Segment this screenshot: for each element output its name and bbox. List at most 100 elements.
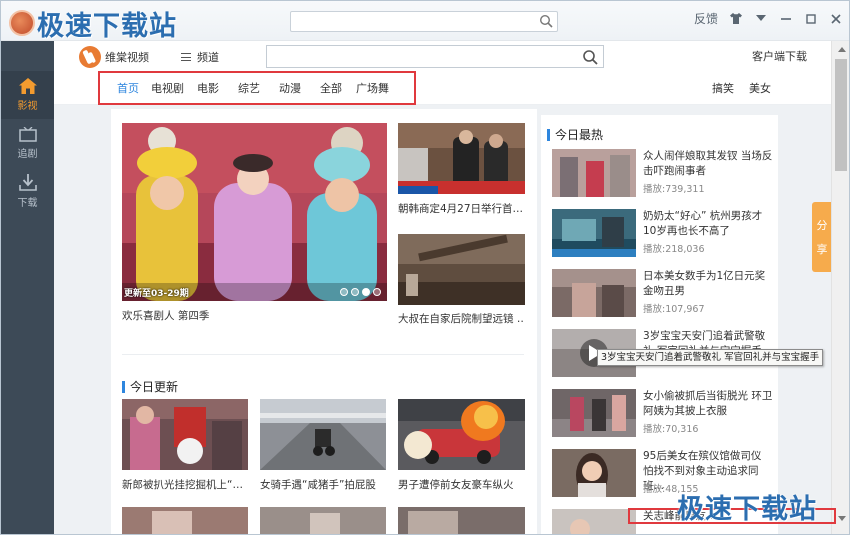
watermark-top: 极速下载站 — [9, 9, 179, 42]
brand[interactable]: 维棠视频 — [79, 46, 149, 68]
tab-square-dance[interactable]: 广场舞 — [356, 80, 389, 96]
tab-anime[interactable]: 动漫 — [279, 80, 301, 96]
scrollbar[interactable] — [831, 41, 849, 534]
sidebar-item-label: 下载 — [17, 197, 38, 209]
video-thumbnail — [398, 234, 525, 305]
carousel-dot[interactable] — [340, 288, 348, 296]
tab-all[interactable]: 全部 — [320, 80, 342, 96]
hot-panel: 今日最热 众人闹伴娘取其发钗 当场反击吓跑闹事者 播放:739,311 奶奶太“… — [541, 115, 778, 534]
tab-movies[interactable]: 电影 — [197, 80, 219, 96]
sidebar-item-label: 追剧 — [17, 148, 38, 160]
video-card[interactable] — [122, 507, 248, 534]
window-controls: 反馈 — [694, 10, 843, 27]
video-thumbnail — [122, 399, 248, 470]
sidebar-item-movies[interactable]: 影视 — [1, 71, 54, 119]
video-card[interactable] — [260, 399, 386, 470]
hot-item[interactable]: 日本美女数手为1亿日元奖金吻丑男 播放:107,967 — [552, 269, 772, 321]
hot-item-plays: 播放:107,967 — [643, 304, 705, 315]
watermark-text: 极速下载站 — [37, 10, 177, 42]
carousel-dot[interactable] — [362, 288, 370, 296]
video-thumbnail — [398, 399, 525, 470]
video-card[interactable] — [398, 399, 525, 470]
hot-item-plays: 播放:70,316 — [643, 424, 699, 435]
shirt-icon[interactable] — [729, 12, 743, 26]
hot-thumbnail — [552, 389, 636, 437]
search-icon — [582, 49, 598, 65]
video-card[interactable] — [398, 123, 525, 194]
hot-thumbnail — [552, 509, 636, 534]
video-caption[interactable]: 新郎被扒光挂挖掘机上“… — [122, 477, 248, 492]
nav-bar: 首页 电视剧 电影 综艺 动漫 全部 广场舞 搞笑 美女 — [54, 71, 831, 105]
app-header: 维棠视频 频道 客户端下载 — [54, 41, 841, 71]
tab-variety[interactable]: 综艺 — [238, 80, 260, 96]
sidebar-item-follow[interactable]: 追剧 — [1, 119, 54, 167]
hot-item-tooltip: 3岁宝宝天安门追着武警敬礼 军官回礼并与宝宝握手 — [597, 349, 823, 366]
watermark-logo-icon — [9, 10, 35, 36]
hot-item[interactable]: 奶奶太“好心” 杭州男孩才10岁再也长不高了 播放:218,036 — [552, 209, 772, 261]
carousel-dot[interactable] — [373, 288, 381, 296]
hero-video[interactable]: 更新至03-29期 — [122, 123, 387, 301]
client-download-link[interactable]: 客户端下载 — [752, 48, 807, 64]
tab-beauty[interactable]: 美女 — [749, 80, 771, 96]
minimize-icon[interactable] — [779, 12, 793, 26]
hero-badge: 更新至03-29期 — [124, 289, 189, 299]
video-caption[interactable]: 男子遭停前女友豪车纵火 — [398, 477, 525, 492]
feedback-link[interactable]: 反馈 — [694, 10, 718, 27]
tab-tv-series[interactable]: 电视剧 — [151, 80, 184, 96]
tab-funny[interactable]: 搞笑 — [712, 80, 734, 96]
video-card[interactable] — [260, 507, 386, 534]
video-caption[interactable]: 大叔在自家后院制望远镜 … — [398, 311, 525, 326]
hot-item-title: 奶奶太“好心” 杭州男孩才10岁再也长不高了 — [643, 210, 763, 237]
video-card[interactable] — [122, 399, 248, 470]
video-thumbnail — [398, 123, 525, 194]
channel-menu[interactable]: 频道 — [181, 49, 219, 65]
maximize-icon[interactable] — [804, 12, 818, 26]
scroll-up-icon[interactable] — [832, 41, 849, 57]
hot-item-plays: 播放:739,311 — [643, 184, 705, 195]
video-caption[interactable]: 女骑手遇“咸猪手”拍屁股 — [260, 477, 386, 492]
search-input[interactable] — [266, 45, 604, 68]
carousel-dots — [340, 288, 381, 296]
video-thumbnail — [260, 399, 386, 470]
video-thumbnail — [122, 507, 248, 534]
hamburger-icon — [181, 53, 191, 61]
close-icon[interactable] — [829, 12, 843, 26]
share-button[interactable]: 分 享 — [812, 202, 832, 272]
video-thumbnail — [398, 507, 525, 534]
left-sidebar: 影视 追剧 下载 — [1, 41, 54, 534]
hot-item-title: 女小偷被抓后当街脱光 环卫阿姨为其披上衣服 — [643, 390, 773, 417]
section-title-hot: 今日最热 — [547, 126, 603, 143]
watermark-bottom: 极速下载站 — [677, 494, 817, 525]
content-area: 更新至03-29期 欢乐喜剧人 第四季 朝韩商定4月27日举行首… 大叔在自家后… — [54, 105, 831, 534]
hot-item[interactable]: 众人闹伴娘取其发钗 当场反击吓跑闹事者 播放:739,311 — [552, 149, 772, 201]
video-card[interactable] — [398, 507, 525, 534]
hero-thumbnail — [122, 123, 387, 301]
sidebar-item-download[interactable]: 下载 — [1, 167, 54, 215]
tab-home[interactable]: 首页 — [117, 80, 139, 96]
hot-item-plays: 播放:218,036 — [643, 244, 705, 255]
video-caption[interactable]: 朝韩商定4月27日举行首… — [398, 201, 525, 216]
hot-thumbnail — [552, 449, 636, 497]
hot-item-title: 众人闹伴娘取其发钗 当场反击吓跑闹事者 — [643, 150, 773, 177]
carousel-dot[interactable] — [351, 288, 359, 296]
sidebar-item-label: 影视 — [17, 101, 38, 112]
hot-thumbnail — [552, 149, 636, 197]
video-card[interactable] — [398, 234, 525, 305]
brand-logo-icon — [79, 46, 101, 68]
top-search-input[interactable] — [290, 11, 558, 32]
section-title-updates: 今日更新 — [122, 378, 178, 395]
hot-item[interactable]: 女小偷被抓后当街脱光 环卫阿姨为其披上衣服 播放:70,316 — [552, 389, 772, 441]
video-thumbnail — [260, 507, 386, 534]
hero-caption[interactable]: 欢乐喜剧人 第四季 — [122, 308, 387, 323]
main-panel: 更新至03-29期 欢乐喜剧人 第四季 朝韩商定4月27日举行首… 大叔在自家后… — [111, 109, 537, 534]
share-label: 享 — [816, 243, 828, 256]
scroll-thumb[interactable] — [835, 59, 847, 171]
download-icon — [18, 173, 37, 191]
title-bar: 极速下载站 反馈 — [1, 1, 849, 42]
hot-thumbnail — [552, 209, 636, 257]
menu-dropdown-icon[interactable] — [754, 12, 768, 26]
search-icon[interactable] — [539, 14, 553, 28]
channel-label: 频道 — [197, 51, 219, 64]
home-icon — [18, 78, 37, 94]
search-button[interactable] — [576, 45, 604, 68]
